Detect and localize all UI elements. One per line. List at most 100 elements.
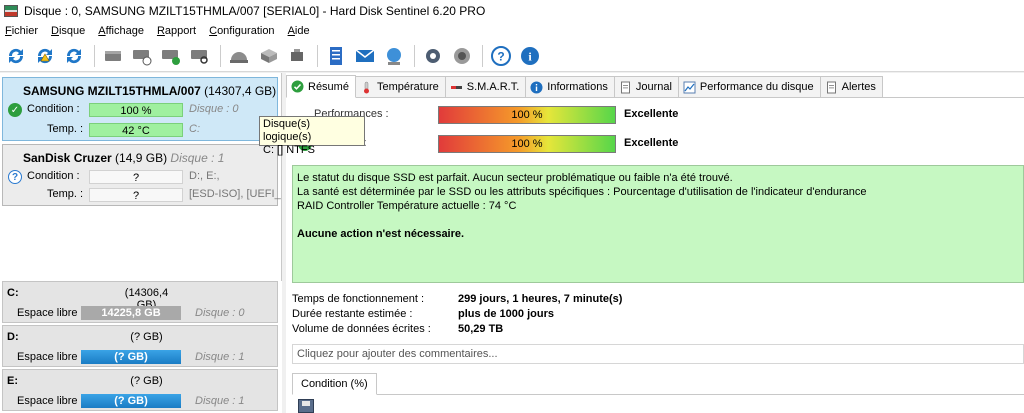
- refresh-button[interactable]: [4, 44, 28, 68]
- hard-disk-icon: [105, 50, 121, 61]
- drive-button[interactable]: [256, 44, 280, 68]
- condition-bar: 100 %: [438, 135, 616, 153]
- disk-test-button[interactable]: [101, 44, 125, 68]
- volume-disk: Disque : 1: [195, 395, 245, 407]
- disk-name: SanDisk Cruzer: [23, 151, 112, 165]
- status-line: Le statut du disque SSD est parfait. Auc…: [297, 172, 733, 184]
- free-space-bar: 14225,8 GB: [81, 306, 181, 320]
- menu-affichage[interactable]: Affichage: [93, 25, 152, 37]
- report-button[interactable]: [324, 44, 348, 68]
- disk-size: (14307,4 GB): [204, 84, 277, 98]
- menu-fichier[interactable]: Fichier: [0, 25, 46, 37]
- free-space-label: Espace libre: [17, 351, 78, 363]
- gear-icon: [426, 48, 440, 63]
- tab-performance[interactable]: Performance du disque: [677, 76, 821, 97]
- help-icon: ?: [491, 45, 511, 66]
- question-icon: ?: [8, 170, 22, 184]
- info-row: Volume de données écrites : 50,29 TB: [292, 323, 792, 338]
- tab-temperature[interactable]: Température: [354, 76, 446, 97]
- partition-list: D:, E:,: [189, 170, 220, 182]
- condition-row: ✓ Condition : 100 % Disque : 0: [3, 102, 279, 118]
- volume-d[interactable]: D: (? GB) Espace libre (? GB) Disque : 1: [2, 325, 278, 367]
- info-value: plus de 1000 jours: [458, 308, 554, 320]
- disk-check-button[interactable]: [159, 44, 183, 68]
- info-row: Durée restante estimée : plus de 1000 jo…: [292, 308, 792, 323]
- menu-aide[interactable]: Aide: [283, 25, 318, 37]
- volume-list: C: (14306,4 GB) Espace libre 14225,8 GB …: [0, 281, 282, 413]
- refresh-warning-button[interactable]: [33, 44, 57, 68]
- volume-size: (? GB): [130, 331, 163, 343]
- document-icon: [825, 81, 838, 94]
- menu-rapport[interactable]: Rapport: [152, 25, 204, 37]
- info-icon: i: [521, 46, 539, 65]
- disk-size: (14,9 GB): [115, 151, 168, 165]
- sound-button[interactable]: [450, 44, 474, 68]
- performance-row: Performances : 100 % Excellente: [298, 105, 998, 125]
- toolbar: ? i: [0, 40, 1024, 72]
- temp-label: Temp. :: [47, 188, 84, 200]
- volume-letter: C:: [7, 287, 19, 299]
- check-icon: ✓: [8, 103, 22, 117]
- refresh-warning-icon: [37, 48, 53, 63]
- save-icon[interactable]: [298, 399, 314, 413]
- condition-rating: Excellente: [624, 137, 679, 149]
- tab-resume[interactable]: Résumé: [286, 75, 356, 98]
- status-action: Aucune action n'est nécessaire.: [297, 228, 465, 240]
- free-space-bar: (? GB): [81, 394, 181, 408]
- tab-informations[interactable]: Informations: [525, 76, 615, 97]
- left-panel: SAMSUNG MZILT15THMLA/007 (14307,4 GB) ✓ …: [0, 73, 282, 413]
- disk-card-sandisk[interactable]: SanDisk Cruzer (14,9 GB) Disque : 1 ? Co…: [2, 144, 281, 206]
- refresh-icon: [8, 48, 24, 63]
- volume-e[interactable]: E: (? GB) Espace libre (? GB) Disque : 1: [2, 369, 278, 411]
- performance-bar: 100 %: [438, 106, 616, 124]
- settings-button[interactable]: [421, 44, 445, 68]
- disk-search-icon: [191, 49, 208, 64]
- helmet-button[interactable]: [227, 44, 251, 68]
- volume-labels: [ESD-ISO], [UEFI_: [189, 188, 281, 200]
- toolbar-separator: [414, 44, 415, 67]
- app-icon: [4, 5, 18, 17]
- tooltip: Disque(s) logique(s) C: [] NTFS: [259, 116, 365, 156]
- info-button[interactable]: i: [518, 44, 542, 68]
- volume-letter: E:: [7, 375, 18, 387]
- chart-icon: [683, 81, 696, 94]
- temp-bar: 42 °C: [89, 123, 183, 137]
- disk-schedule-button[interactable]: [130, 44, 154, 68]
- tab-smart[interactable]: S.M.A.R.T.: [444, 76, 527, 97]
- disk-number: Disque : 1: [170, 151, 225, 165]
- email-button[interactable]: [353, 44, 377, 68]
- volume-size: (? GB): [130, 375, 163, 387]
- usb-drive-button[interactable]: [285, 44, 309, 68]
- refresh-disk-icon: [66, 48, 82, 63]
- network-icon: [387, 47, 401, 65]
- menu-disque[interactable]: Disque: [46, 25, 93, 37]
- info-list: Temps de fonctionnement : 299 jours, 1 h…: [292, 293, 792, 338]
- condition-label: Condition :: [27, 103, 80, 115]
- network-button[interactable]: [382, 44, 406, 68]
- temp-label: Temp. :: [47, 123, 84, 135]
- menu-bar: Fichier Disque Affichage Rapport Configu…: [0, 22, 1024, 40]
- volume-c[interactable]: C: (14306,4 GB) Espace libre 14225,8 GB …: [2, 281, 278, 323]
- smart-icon: [450, 81, 463, 94]
- disk-search-button[interactable]: [188, 44, 212, 68]
- drive-icon: [261, 48, 277, 63]
- comments-field[interactable]: Cliquez pour ajouter des commentaires...: [292, 344, 1024, 364]
- info-icon: [530, 81, 543, 94]
- free-space-label: Espace libre: [17, 307, 78, 319]
- speaker-icon: [454, 47, 470, 64]
- tooltip-line: Disque(s) logique(s): [263, 118, 312, 143]
- help-button[interactable]: ?: [489, 44, 513, 68]
- disk-card-samsung[interactable]: SAMSUNG MZILT15THMLA/007 (14307,4 GB) ✓ …: [2, 77, 278, 141]
- info-value: 299 jours, 1 heures, 7 minute(s): [458, 293, 623, 305]
- status-line: RAID Controller Température actuelle : 7…: [297, 200, 517, 212]
- tab-alertes[interactable]: Alertes: [819, 76, 883, 97]
- condition-label: Condition :: [27, 170, 80, 182]
- volume-disk: Disque : 1: [195, 351, 245, 363]
- menu-configuration[interactable]: Configuration: [204, 25, 282, 37]
- info-row: Temps de fonctionnement : 299 jours, 1 h…: [292, 293, 792, 308]
- disk-clock-icon: [133, 49, 152, 65]
- refresh-disk-button[interactable]: [62, 44, 86, 68]
- tab-journal[interactable]: Journal: [613, 76, 679, 97]
- tab-condition-percent[interactable]: Condition (%): [292, 373, 377, 395]
- volume-disk: Disque : 0: [195, 307, 245, 319]
